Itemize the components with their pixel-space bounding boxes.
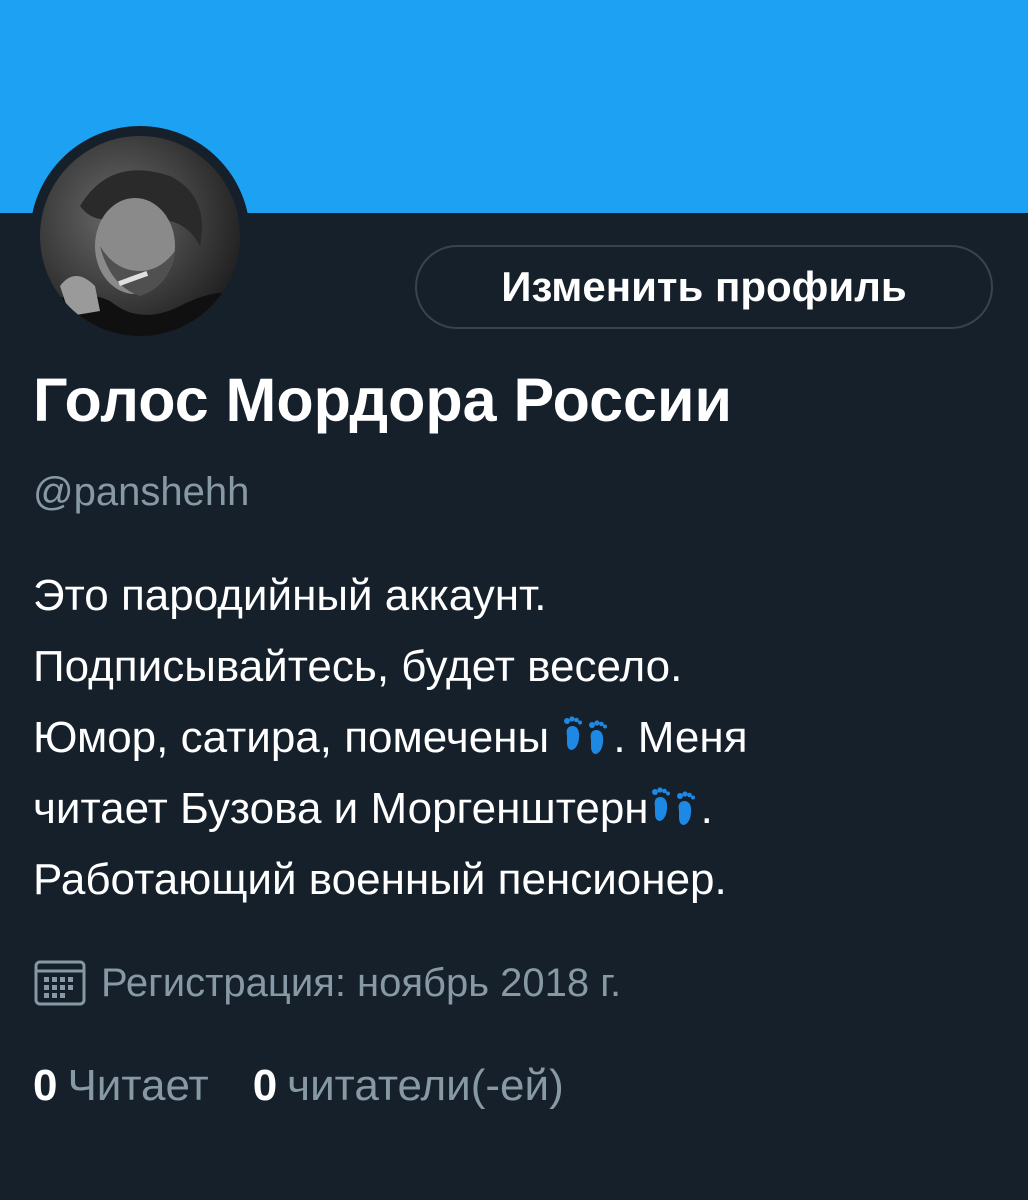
bio-text: . — [700, 784, 713, 833]
display-name: Голос Мордора России — [33, 366, 732, 434]
followers-label: читатели(-ей) — [287, 1061, 564, 1110]
bio-line: Юмор, сатира, помечены . Меня — [33, 702, 993, 773]
follow-stats: 0 Читает 0 читатели(-ей) — [33, 1056, 608, 1116]
profile-bio: Это пародийный аккаунт. Подписывайтесь, … — [33, 560, 993, 915]
bio-line: читает Бузова и Моргенштерн . — [33, 773, 993, 844]
bio-line: Работающий военный пенсионер. — [33, 855, 727, 904]
edit-profile-button[interactable]: Изменить профиль — [415, 245, 993, 329]
avatar[interactable] — [30, 126, 250, 346]
followers-link[interactable]: 0 читатели(-ей) — [253, 1056, 564, 1116]
footprints-emoji-icon — [651, 787, 695, 825]
following-label: Читает — [67, 1061, 209, 1110]
followers-count: 0 — [252, 1061, 278, 1110]
bio-text: Юмор, сатира, помечены — [33, 713, 562, 762]
footprints-emoji-icon — [564, 716, 608, 754]
join-date-text: Регистрация: ноябрь 2018 г. — [101, 961, 622, 1005]
user-handle: @panshehh — [33, 470, 250, 514]
join-date: Регистрация: ноябрь 2018 г. — [33, 955, 621, 1011]
following-count: 0 — [33, 1061, 58, 1110]
bio-line: Подписывайтесь, будет весело. — [33, 642, 683, 691]
calendar-icon — [34, 960, 86, 1006]
avatar-photo — [40, 136, 240, 336]
bio-text: . Меня — [613, 713, 748, 762]
bio-text: читает Бузова и Моргенштерн — [33, 784, 649, 833]
bio-line: Это пародийный аккаунт. — [33, 571, 547, 620]
following-link[interactable]: 0 Читает — [33, 1056, 209, 1116]
